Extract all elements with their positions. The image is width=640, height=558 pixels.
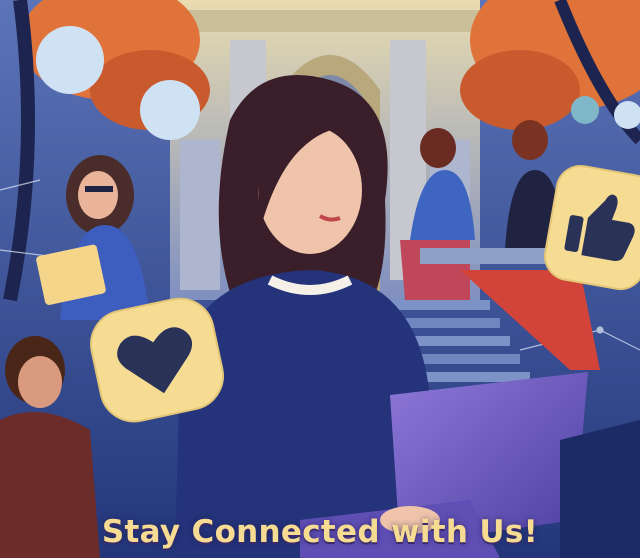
promo-illustration: Stay Connected with Us! [0,0,640,558]
heart-badge [90,297,224,423]
like-badge [544,165,640,291]
caption-text: Stay Connected with Us! [101,514,539,550]
